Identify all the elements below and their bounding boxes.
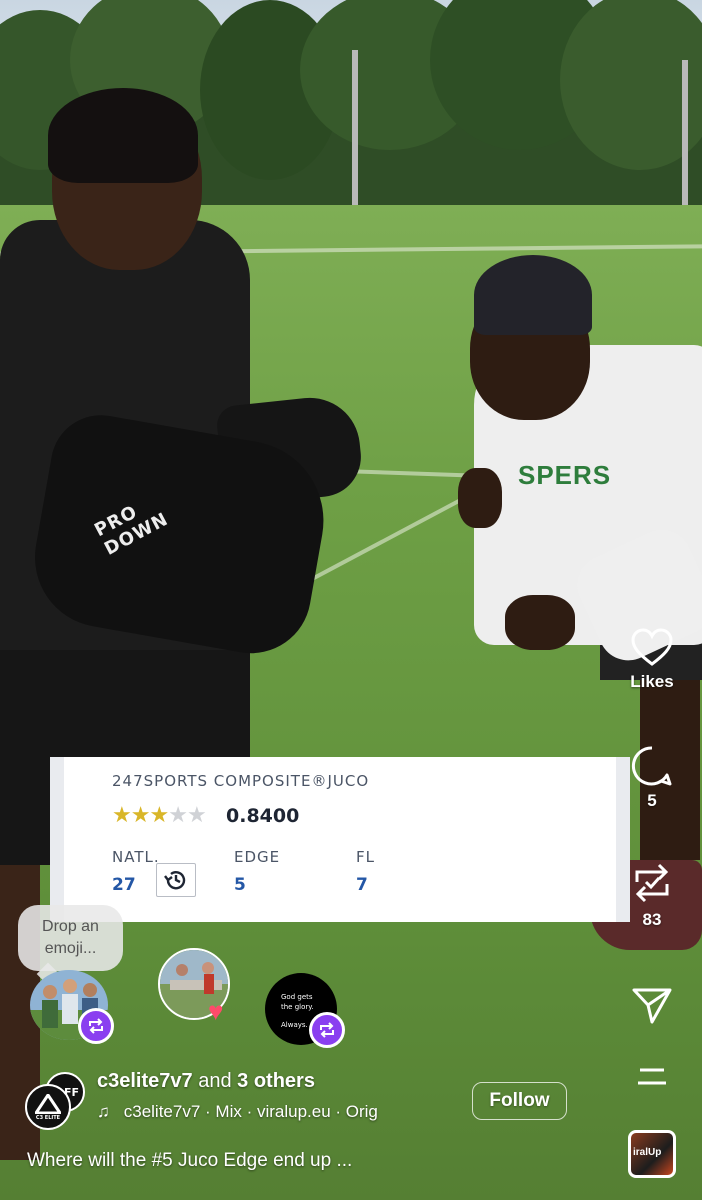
rank-position-value: 5 [234,875,246,895]
rank-state-value: 7 [356,875,368,895]
rank-national-value: 27 [112,875,136,895]
star-filled-icon: ★ [130,802,151,827]
repost-small-icon [89,1018,103,1034]
rank-state-label: FL [356,848,375,866]
star-filled-icon: ★ [149,802,169,827]
follow-button[interactable]: Follow [472,1082,567,1120]
and-text: and [198,1070,232,1092]
repost-icon [635,863,669,903]
heart-reaction-icon: ♥ [208,996,224,1026]
person-right-hand [458,468,502,528]
star-empty-icon: ★ [168,802,188,827]
post-caption[interactable]: Where will the #5 Juco Edge end up ... [27,1150,447,1172]
author-avatars[interactable]: FF C3 ELITE [25,1072,87,1134]
history-button[interactable] [156,863,196,897]
comment-icon [631,746,672,786]
audio-track[interactable]: ♫ c3elite7v7 · Mix · viralup.eu · Orig [97,1102,447,1124]
author-name[interactable]: c3elite7v7 [97,1070,193,1092]
history-icon [164,871,186,890]
rank-national-label: NATL. [112,848,160,866]
rank-state: FL 7 [356,848,375,895]
repost-badge [78,1008,114,1044]
more-lines-icon [638,1068,666,1085]
star-filled-icon: ★ [112,802,132,827]
rank-national: NATL. 27 [112,848,160,895]
others-link[interactable]: 3 others [237,1070,315,1092]
star-empty-icon: ★ [186,802,207,827]
rank-position-label: EDGE [234,848,281,866]
repost-small-icon [320,1022,334,1038]
ranking-score: 0.8400 [226,805,300,827]
person-right-hand [505,595,575,650]
c3-logo-icon [35,1093,61,1114]
repost-button[interactable]: 83 [612,860,692,930]
person-right-cap [474,255,592,335]
reposts-count: 83 [642,910,662,929]
like-button[interactable]: Likes [612,628,692,692]
send-icon [632,988,672,1024]
rank-position: EDGE 5 [234,848,280,895]
person-left-hair [48,88,198,183]
star-rating: ★★★★★ [112,802,207,828]
audio-album-art[interactable]: iralUp [628,1130,676,1178]
ranking-title: 247SPORTS COMPOSITE®JUCO [112,772,370,790]
shirt-text: SPERS [518,460,612,490]
text-post-line-1: God gets the glory. [281,993,314,1011]
audio-track-label: c3elite7v7 · Mix · viralup.eu · Orig [123,1102,378,1121]
drop-emoji-prompt[interactable]: Drop an emoji... [18,905,123,971]
comments-count: 5 [647,791,657,810]
author-line[interactable]: c3elite7v7 and 3 others [97,1070,315,1093]
light-pole [352,50,358,220]
album-art-text: iralUp [633,1147,662,1158]
ranking-card: 247SPORTS COMPOSITE®JUCO ★★★★★ 0.8400 NA… [50,757,630,922]
music-note-icon: ♫ [97,1102,110,1121]
author-logo-text: C3 ELITE [35,1114,61,1121]
share-button[interactable] [612,985,692,1025]
more-options-button[interactable] [636,1066,668,1088]
light-pole [682,60,688,210]
likes-label: Likes [630,672,674,691]
repost-badge [309,1012,345,1048]
author-avatar: C3 ELITE [25,1084,71,1130]
heart-icon [631,628,673,666]
comment-button[interactable]: 5 [612,745,692,811]
